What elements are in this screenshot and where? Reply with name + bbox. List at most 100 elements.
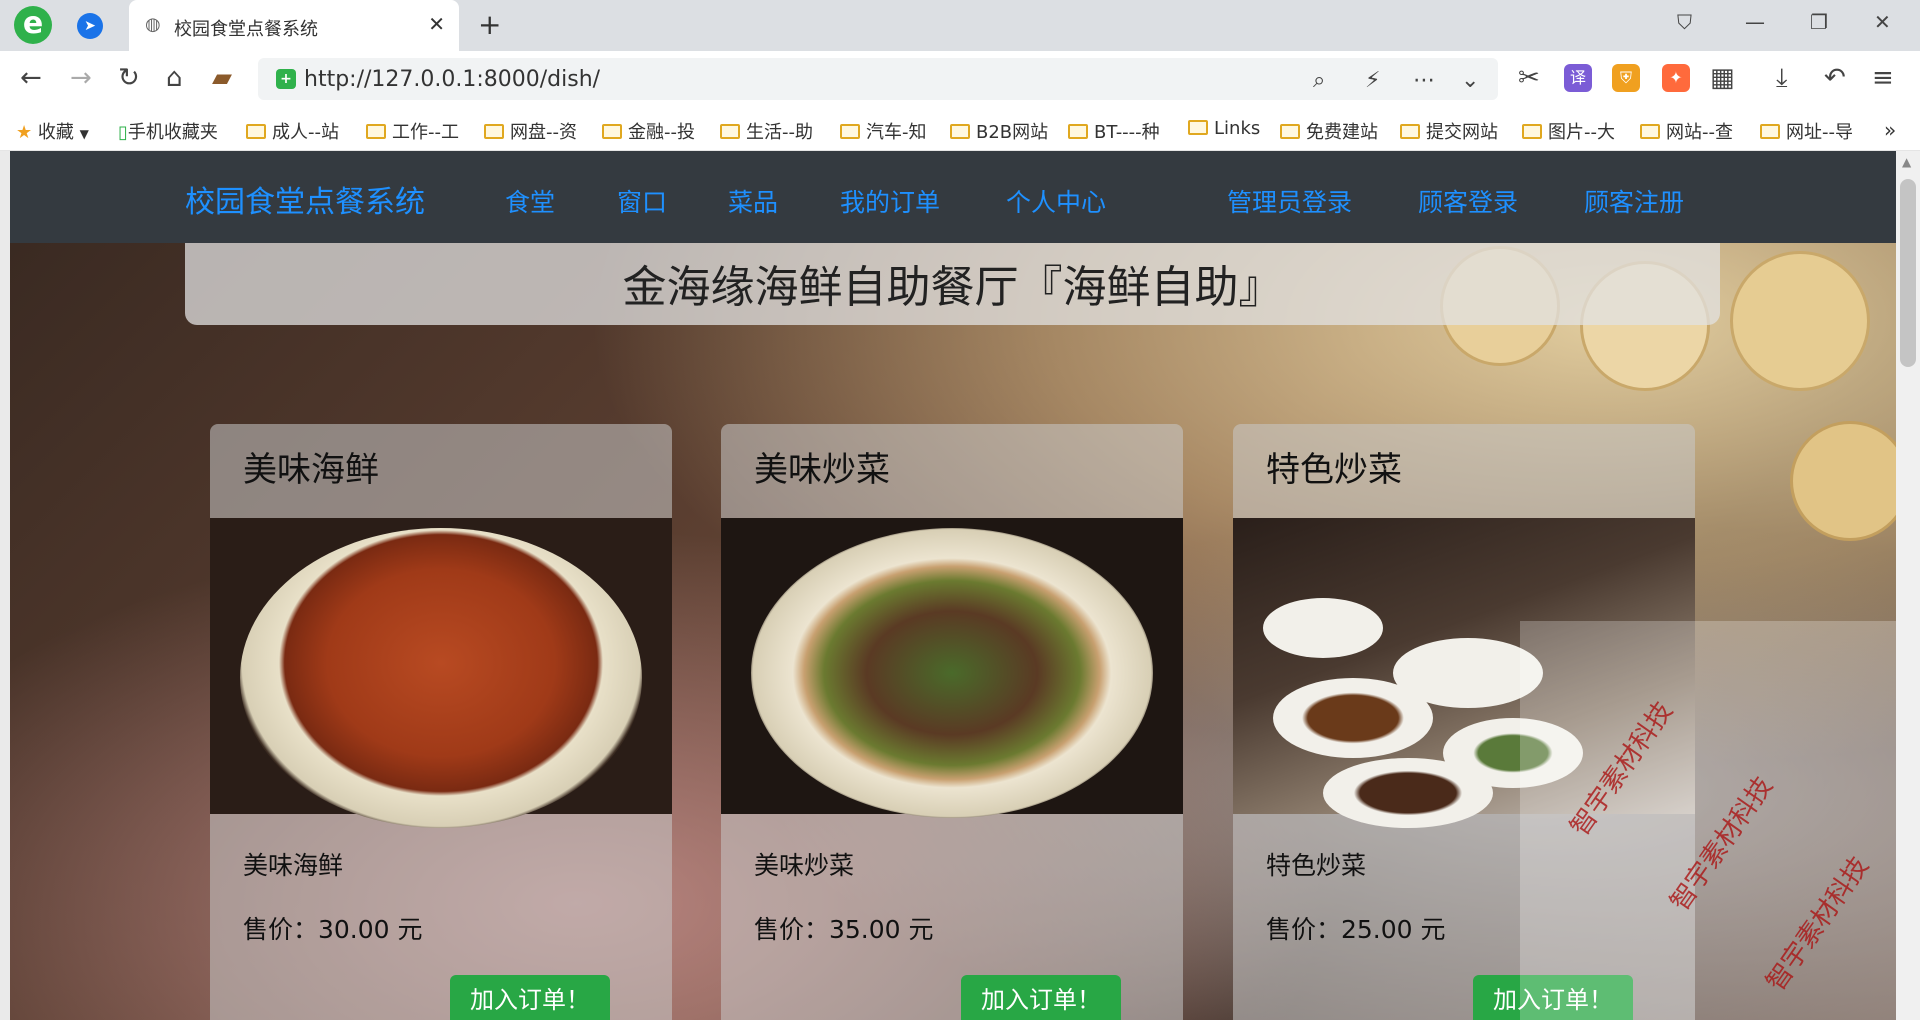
folder-icon <box>1188 120 1208 135</box>
bookmark-mobile[interactable]: ▯手机收藏夹 <box>118 118 218 144</box>
folder-icon <box>720 124 740 139</box>
vertical-scrollbar[interactable]: ▲ <box>1896 151 1920 1020</box>
folder-icon <box>602 124 622 139</box>
url-field[interactable]: + http://127.0.0.1:8000/dish/ ⌕ ⚡ ⋯ ⌄ <box>258 58 1498 100</box>
reload-icon[interactable]: ↻ <box>118 63 140 93</box>
home-icon[interactable]: ⌂ <box>166 63 183 93</box>
site-brand[interactable]: 校园食堂点餐系统 <box>185 177 425 221</box>
folder-icon <box>1280 124 1300 139</box>
scroll-up-icon[interactable]: ▲ <box>1902 155 1911 169</box>
apps-grid-icon[interactable]: ▦ <box>1710 63 1735 93</box>
nav-canteen[interactable]: 食堂 <box>505 183 555 219</box>
url-text: http://127.0.0.1:8000/dish/ <box>304 67 601 92</box>
shirt-icon[interactable]: ⛉ <box>1677 10 1692 34</box>
dish-category: 美味海鲜 <box>243 450 379 490</box>
tab-title: 校园食堂点餐系统 <box>174 19 318 40</box>
back-icon[interactable]: ← <box>20 63 42 93</box>
browser-tab[interactable]: ◍ 校园食堂点餐系统 ✕ <box>129 0 459 51</box>
stirfry-plate <box>751 528 1153 818</box>
dish-card: 美味海鲜 美味海鲜 售价：30.00 元 加入订单！ <box>210 424 672 1020</box>
bookmark-folder[interactable]: BT----种 <box>1068 118 1160 144</box>
menu-icon[interactable]: ≡ <box>1872 63 1894 93</box>
side-strip <box>0 151 10 1020</box>
minimize-icon[interactable]: — <box>1745 10 1765 34</box>
browser-tab-strip: e ➤ ◍ 校园食堂点餐系统 ✕ + ⛉ — ❐ ✕ <box>0 0 1920 51</box>
nav-dishes[interactable]: 菜品 <box>728 183 778 219</box>
bookmark-folder[interactable]: B2B网站 <box>950 118 1048 144</box>
bookmark-folder[interactable]: 图片--大 <box>1522 118 1615 144</box>
scrollbar-thumb[interactable] <box>1900 179 1916 367</box>
cracker-decoration <box>1790 421 1910 541</box>
game-icon[interactable]: ✦ <box>1662 64 1690 92</box>
more-bookmarks-icon[interactable]: » <box>1884 118 1896 142</box>
buffet-plate <box>1263 598 1383 658</box>
folder-icon <box>366 124 386 139</box>
shield-ext-icon[interactable]: ⛨ <box>1612 64 1640 92</box>
close-tab-icon[interactable]: ✕ <box>428 12 445 36</box>
buffet-plate <box>1323 758 1493 828</box>
star-icon: ★ <box>16 122 33 143</box>
nav-profile[interactable]: 个人中心 <box>1006 183 1106 219</box>
bookmark-folder[interactable]: 汽车-知 <box>840 118 927 144</box>
lightning-icon[interactable]: ⚡ <box>1365 68 1380 93</box>
dish-price: 售价：25.00 元 <box>1266 915 1446 944</box>
dish-price: 售价：35.00 元 <box>754 915 934 944</box>
folder-icon <box>1400 124 1420 139</box>
browser-logo-icon[interactable]: e <box>14 6 52 44</box>
page-viewport: 校园食堂点餐系统 食堂 窗口 菜品 我的订单 个人中心 管理员登录 顾客登录 顾… <box>0 151 1920 1020</box>
chevron-down-icon[interactable]: ⌄ <box>1461 68 1479 93</box>
more-icon[interactable]: ⋯ <box>1413 68 1435 93</box>
secure-shield-icon: + <box>276 69 296 89</box>
scissors-icon[interactable]: ✂ <box>1518 63 1540 93</box>
top-navbar: 校园食堂点餐系统 食堂 窗口 菜品 我的订单 个人中心 管理员登录 顾客登录 顾… <box>10 151 1896 243</box>
bookmark-favorites[interactable]: ★ 收藏 ▼ <box>16 118 89 144</box>
bookmark-folder[interactable]: 提交网站 <box>1400 118 1498 144</box>
add-to-order-button[interactable]: 加入订单！ <box>961 975 1121 1020</box>
briefcase-icon[interactable]: ▰ <box>212 63 232 93</box>
folder-icon <box>840 124 860 139</box>
dish-name: 特色炒菜 <box>1266 851 1367 880</box>
close-window-icon[interactable]: ✕ <box>1874 10 1891 34</box>
dish-name: 美味炒菜 <box>754 851 855 880</box>
zoom-icon[interactable]: ⌕ <box>1313 68 1325 93</box>
nav-admin-login[interactable]: 管理员登录 <box>1227 183 1352 219</box>
folder-icon <box>950 124 970 139</box>
forward-icon[interactable]: → <box>70 63 92 93</box>
folder-icon <box>1068 124 1088 139</box>
restaurant-banner: 金海缘海鲜自助餐厅『海鲜自助』 <box>185 243 1720 325</box>
bookmark-folder[interactable]: 网盘--资 <box>484 118 577 144</box>
dish-name: 美味海鲜 <box>243 851 344 880</box>
new-tab-icon[interactable]: + <box>478 8 501 41</box>
buffet-plate <box>1273 678 1433 758</box>
address-bar-row: ← → ↻ ⌂ ▰ + http://127.0.0.1:8000/dish/ … <box>0 51 1920 107</box>
nav-my-orders[interactable]: 我的订单 <box>840 183 940 219</box>
folder-icon <box>1760 124 1780 139</box>
bookmark-folder[interactable]: 网站--查 <box>1640 118 1733 144</box>
nav-customer-login[interactable]: 顾客登录 <box>1418 183 1518 219</box>
bookmark-folder[interactable]: 工作--工 <box>366 118 459 144</box>
bookmark-folder[interactable]: Links <box>1188 118 1260 139</box>
folder-icon <box>246 124 266 139</box>
dish-card: 美味炒菜 美味炒菜 售价：35.00 元 加入订单！ <box>721 424 1183 1020</box>
translate-icon[interactable]: 译 <box>1564 64 1592 92</box>
bookmark-folder[interactable]: 网址--导 <box>1760 118 1853 144</box>
folder-icon <box>1522 124 1542 139</box>
dropdown-icon: ▼ <box>79 127 89 141</box>
dish-price: 售价：30.00 元 <box>243 915 423 944</box>
add-to-order-button[interactable]: 加入订单！ <box>450 975 610 1020</box>
dish-photo-stirfry <box>721 518 1183 818</box>
crayfish-plate <box>240 528 642 828</box>
bookmark-folder[interactable]: 生活--助 <box>720 118 813 144</box>
bookmark-folder[interactable]: 金融--投 <box>602 118 695 144</box>
folder-icon <box>1640 124 1660 139</box>
download-icon[interactable]: ⤓ <box>1776 63 1788 94</box>
nav-window[interactable]: 窗口 <box>617 183 667 219</box>
bookmark-folder[interactable]: 免费建站 <box>1280 118 1378 144</box>
nav-customer-register[interactable]: 顾客注册 <box>1584 183 1684 219</box>
phone-icon: ▯ <box>118 122 128 143</box>
bookmark-folder[interactable]: 成人--站 <box>246 118 339 144</box>
dish-category: 特色炒菜 <box>1266 450 1402 490</box>
send-icon[interactable]: ➤ <box>77 13 103 39</box>
restore-icon[interactable]: ❐ <box>1810 10 1828 34</box>
undo-icon[interactable]: ↶ <box>1824 63 1846 93</box>
